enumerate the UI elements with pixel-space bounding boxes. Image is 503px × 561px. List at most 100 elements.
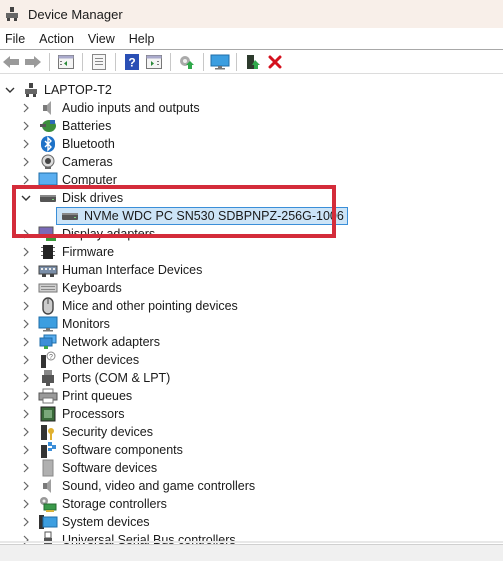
uninstall-x-icon <box>268 55 282 69</box>
tree-category-software-devices[interactable]: Software devices <box>20 459 157 477</box>
chevron-right-icon[interactable] <box>20 225 32 243</box>
menu-file[interactable]: File <box>0 32 32 46</box>
tree-category-ports-com-lpt[interactable]: Ports (COM & LPT) <box>20 369 170 387</box>
tree-category-network-adapters[interactable]: Network adapters <box>20 333 160 351</box>
security-device-icon <box>38 424 58 440</box>
device-label: NVMe WDC PC SN530 SDBPNPZ-256G-1006 <box>84 209 344 223</box>
tree-category-label: Monitors <box>62 317 110 331</box>
chevron-right-icon[interactable] <box>20 387 32 405</box>
chevron-right-icon[interactable] <box>20 153 32 171</box>
chevron-down-icon[interactable] <box>4 81 16 99</box>
menu-help[interactable]: Help <box>122 32 162 46</box>
monitor-scan-icon <box>210 54 230 70</box>
tree-category-label: Keyboards <box>62 281 122 295</box>
chevron-right-icon[interactable] <box>20 99 32 117</box>
processor-icon <box>38 406 58 422</box>
svg-text:?: ? <box>128 56 135 70</box>
tree-category-bluetooth[interactable]: Bluetooth <box>20 135 115 153</box>
tree-category-mice-and-other-pointing-devices[interactable]: Mice and other pointing devices <box>20 297 238 315</box>
tree-category-human-interface-devices[interactable]: Human Interface Devices <box>20 261 202 279</box>
tree-category-label: Display adapters <box>62 227 156 241</box>
chevron-right-icon[interactable] <box>20 261 32 279</box>
camera-icon <box>38 154 58 170</box>
help-button[interactable]: ? <box>122 52 142 72</box>
tree-root-laptop[interactable]: LAPTOP-T2 <box>4 81 112 99</box>
tree-device-item[interactable]: NVMe WDC PC SN530 SDBPNPZ-256G-1006 <box>56 207 348 225</box>
computer-root-icon <box>22 82 40 98</box>
chevron-right-icon[interactable] <box>20 333 32 351</box>
chevron-right-icon[interactable] <box>20 441 32 459</box>
toolbar-separator <box>82 53 83 71</box>
tree-category-label: Print queues <box>62 389 133 403</box>
tree-category-security-devices[interactable]: Security devices <box>20 423 153 441</box>
unknown-device-icon: ? <box>38 351 58 368</box>
tree-category-label: Sound, video and game controllers <box>62 479 256 493</box>
chevron-right-icon[interactable] <box>20 495 32 513</box>
chevron-right-icon[interactable] <box>20 117 32 135</box>
tree-category-label: Software devices <box>62 461 158 475</box>
mouse-icon <box>38 297 58 315</box>
back-arrow-icon <box>3 56 19 68</box>
chevron-right-icon[interactable] <box>20 513 32 531</box>
chevron-right-icon[interactable] <box>20 279 32 297</box>
toolbar-separator <box>203 53 204 71</box>
tree-category-sound-video-and-game-controllers[interactable]: Sound, video and game controllers <box>20 477 255 495</box>
tree-category-cameras[interactable]: Cameras <box>20 153 113 171</box>
chevron-right-icon[interactable] <box>20 315 32 333</box>
tree-category-display-adapters[interactable]: Display adapters <box>20 225 155 243</box>
properties-button[interactable] <box>89 52 109 72</box>
update-driver-button[interactable] <box>177 52 197 72</box>
tree-category-label: Storage controllers <box>62 497 167 511</box>
selected-device[interactable]: NVMe WDC PC SN530 SDBPNPZ-256G-1006 <box>56 207 348 225</box>
tree-category-storage-controllers[interactable]: Storage controllers <box>20 495 167 513</box>
chevron-down-icon[interactable] <box>20 189 32 207</box>
forward-button[interactable] <box>23 52 43 72</box>
tree-category-label: System devices <box>62 515 150 529</box>
menu-action[interactable]: Action <box>32 32 81 46</box>
tree-category-processors[interactable]: Processors <box>20 405 125 423</box>
scan-hardware-changes-button[interactable] <box>210 52 230 72</box>
show-action-pane-button[interactable] <box>144 52 164 72</box>
tree-category-computer[interactable]: Computer <box>20 171 117 189</box>
menu-bar: File Action View Help <box>0 28 503 50</box>
chevron-right-icon[interactable] <box>20 423 32 441</box>
back-button[interactable] <box>1 52 21 72</box>
chevron-right-icon[interactable] <box>20 459 32 477</box>
chevron-right-icon[interactable] <box>20 135 32 153</box>
tree-category-label: Other devices <box>62 353 140 367</box>
chevron-right-icon[interactable] <box>20 369 32 387</box>
horizontal-scrollbar[interactable] <box>0 541 503 543</box>
tree-category-other-devices[interactable]: ? Other devices <box>20 351 139 369</box>
properties-icon <box>92 54 106 70</box>
tree-category-label: Security devices <box>62 425 154 439</box>
tree-category-system-devices[interactable]: System devices <box>20 513 150 531</box>
window-title: Device Manager <box>28 6 123 22</box>
enable-device-button[interactable] <box>243 52 263 72</box>
toolbar: ? <box>0 51 503 74</box>
chevron-right-icon[interactable] <box>20 405 32 423</box>
tree-category-batteries[interactable]: Batteries <box>20 117 111 135</box>
tree-category-print-queues[interactable]: Print queues <box>20 387 132 405</box>
uninstall-device-button[interactable] <box>265 52 285 72</box>
action-pane-icon <box>146 55 162 69</box>
tree-category-label: Bluetooth <box>62 137 115 151</box>
chevron-right-icon[interactable] <box>20 243 32 261</box>
tree-category-disk-drives[interactable]: Disk drives <box>20 189 123 207</box>
chevron-right-icon[interactable] <box>20 297 32 315</box>
menu-view[interactable]: View <box>81 32 122 46</box>
tree-category-monitors[interactable]: Monitors <box>20 315 110 333</box>
show-hide-console-tree-button[interactable] <box>56 52 76 72</box>
computer-icon <box>38 172 58 188</box>
tree-category-label: Mice and other pointing devices <box>62 299 238 313</box>
tree-category-audio-inputs-and-outputs[interactable]: Audio inputs and outputs <box>20 99 200 117</box>
tree-category-label: Human Interface Devices <box>62 263 203 277</box>
chevron-right-icon[interactable] <box>20 171 32 189</box>
tree-category-software-components[interactable]: Software components <box>20 441 183 459</box>
tree-category-label: Software components <box>62 443 183 457</box>
chevron-right-icon[interactable] <box>20 351 32 369</box>
tree-category-firmware[interactable]: Firmware <box>20 243 114 261</box>
tree-category-label: Ports (COM & LPT) <box>62 371 171 385</box>
software-device-icon <box>38 459 58 477</box>
tree-category-keyboards[interactable]: Keyboards <box>20 279 122 297</box>
chevron-right-icon[interactable] <box>20 477 32 495</box>
